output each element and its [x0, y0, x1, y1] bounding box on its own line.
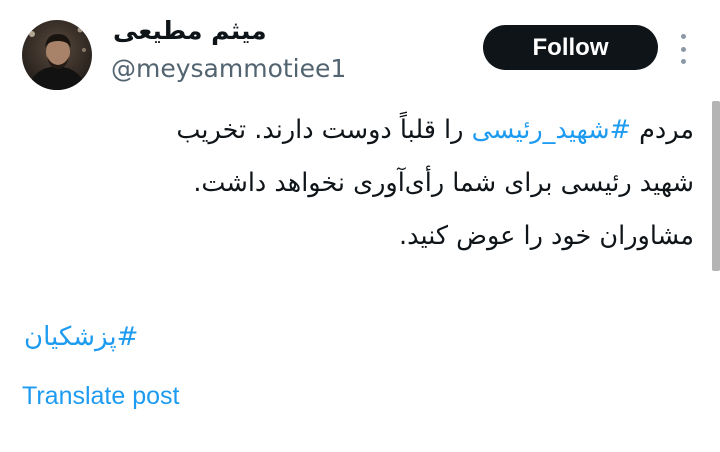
tweet-text-segment: را قلباً دوست دارند. تخریب [176, 115, 472, 145]
author-display-name[interactable]: میثم مطیعی [113, 16, 267, 45]
tweet-text: مردم #شهید_رئیسی را قلباً دوست دارند. تخ… [34, 104, 694, 263]
hashtag-link[interactable]: #پزشکیان [24, 322, 138, 352]
more-vertical-icon[interactable] [676, 34, 690, 64]
author-handle[interactable]: @meysammotiee1 [111, 54, 346, 83]
avatar-image [22, 20, 92, 90]
tweet-text-segment: مردم [631, 115, 694, 145]
tweet-line-1: مردم #شهید_رئیسی را قلباً دوست دارند. تخ… [34, 104, 694, 157]
post-card: میثم مطیعی @meysammotiee1 Follow مردم #ش… [0, 0, 720, 452]
tweet-line-2: شهید رئیسی برای شما رأی‌آوری نخواهد داشت… [193, 168, 694, 198]
avatar[interactable] [22, 20, 92, 90]
more-dot [680, 46, 686, 52]
follow-button[interactable]: Follow [483, 25, 658, 70]
hashtag-link[interactable]: #شهید_رئیسی [472, 115, 631, 145]
more-dot [680, 34, 686, 39]
translate-post-link[interactable]: Translate post [22, 382, 179, 411]
more-dot [680, 59, 686, 64]
tweet-line-3: مشاوران خود را عوض کنید. [399, 221, 694, 251]
scrollbar[interactable] [712, 101, 720, 271]
